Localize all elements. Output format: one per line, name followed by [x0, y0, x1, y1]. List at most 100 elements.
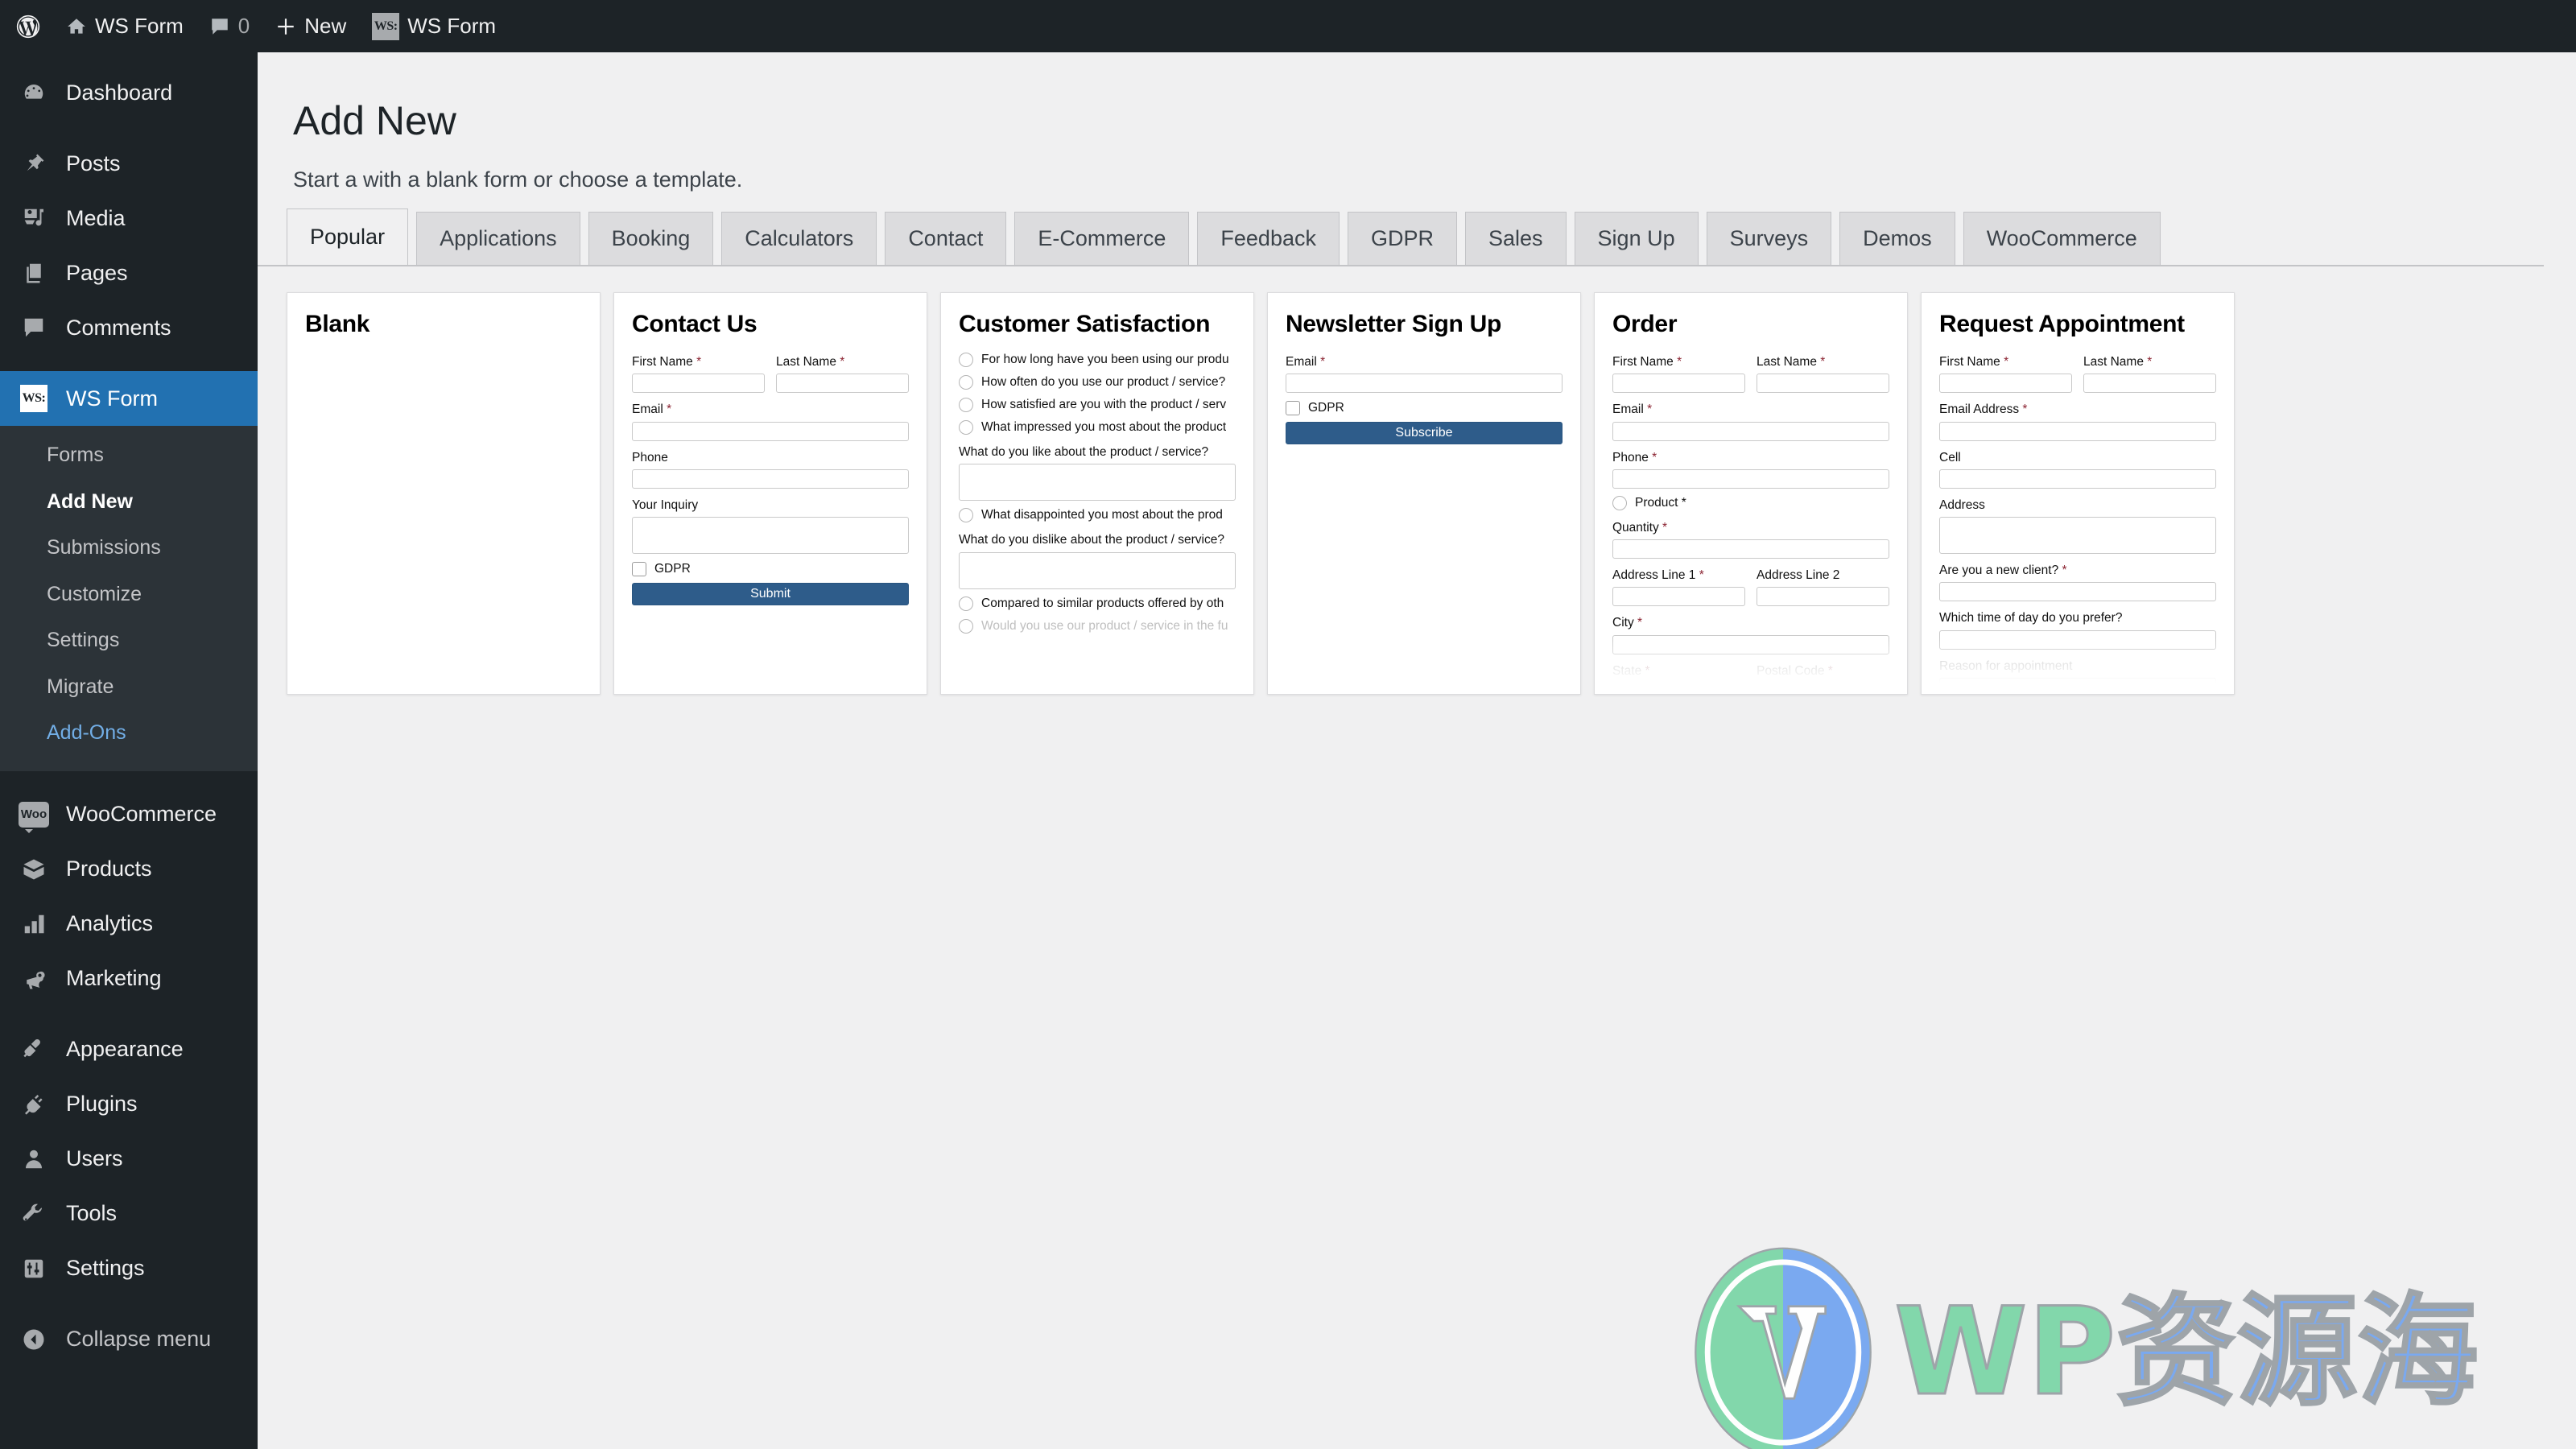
sidebar-item-collapse-menu[interactable]: Collapse menu — [0, 1312, 258, 1367]
textarea-field[interactable] — [959, 464, 1236, 502]
submenu-item-add-ons[interactable]: Add-Ons — [0, 710, 258, 757]
sidebar-item-plugins[interactable]: Plugins — [0, 1077, 258, 1132]
radio-field[interactable]: Compared to similar products offered by … — [959, 596, 1236, 611]
tab-surveys[interactable]: Surveys — [1706, 212, 1832, 265]
submenu-item-customize[interactable]: Customize — [0, 572, 258, 618]
text-input-field[interactable] — [1612, 587, 1745, 607]
text-input-field[interactable] — [632, 374, 765, 394]
submit-button[interactable]: Submit — [632, 583, 909, 605]
sidebar-item-appearance[interactable]: Appearance — [0, 1022, 258, 1077]
adminbar-ws-form[interactable]: WS: WS Form — [359, 0, 509, 52]
radio-icon[interactable] — [959, 618, 973, 634]
radio-field[interactable]: Product * — [1612, 495, 1889, 510]
text-input-field[interactable] — [776, 374, 909, 394]
template-card[interactable]: Customer Satisfaction For how long have y… — [940, 292, 1254, 695]
adminbar-site-name[interactable]: WS Form — [53, 0, 196, 52]
checkbox-icon[interactable] — [1286, 401, 1300, 416]
adminbar-comments[interactable]: 0 — [196, 0, 262, 52]
text-input-field[interactable] — [632, 421, 909, 441]
checkbox-field[interactable]: GDPR — [1286, 401, 1563, 416]
sidebar-item-comments[interactable]: Comments — [0, 300, 258, 355]
sidebar-item-dashboard[interactable]: Dashboard — [0, 65, 258, 120]
text-input-field[interactable] — [1612, 374, 1745, 394]
tab-woocommerce[interactable]: WooCommerce — [1963, 212, 2161, 265]
field-group: Email * — [632, 400, 909, 441]
radio-field[interactable]: What disappointed you most about the pro… — [959, 508, 1236, 523]
submenu-item-settings[interactable]: Settings — [0, 617, 258, 664]
submenu-item-submissions[interactable]: Submissions — [0, 525, 258, 572]
radio-icon[interactable] — [959, 420, 973, 435]
template-card[interactable]: Contact Us First Name * Last Name * Email *… — [613, 292, 927, 695]
tab-calculators[interactable]: Calculators — [721, 212, 877, 265]
template-card[interactable]: Newsletter Sign Up Email * GDPR Subscribe — [1267, 292, 1581, 695]
tab-demos[interactable]: Demos — [1839, 212, 1955, 265]
sidebar-item-pages[interactable]: Pages — [0, 246, 258, 300]
field-row: First Name * Last Name * — [632, 353, 909, 394]
tab-sign-up[interactable]: Sign Up — [1574, 212, 1699, 265]
sidebar-item-analytics[interactable]: Analytics — [0, 897, 258, 952]
textarea-field[interactable] — [1939, 517, 2216, 554]
submenu-item-forms[interactable]: Forms — [0, 432, 258, 479]
sidebar-item-label: Plugins — [66, 1092, 138, 1116]
radio-field[interactable]: How often do you use our product / servi… — [959, 375, 1236, 390]
text-input-field[interactable] — [1939, 374, 2072, 394]
text-input-field[interactable] — [1939, 469, 2216, 489]
radio-icon[interactable] — [959, 508, 973, 523]
sidebar-item-tools[interactable]: Tools — [0, 1187, 258, 1241]
submenu-item-migrate[interactable]: Migrate — [0, 664, 258, 711]
text-input-field[interactable] — [632, 469, 909, 489]
sidebar-item-woocommerce[interactable]: Woo WooCommerce — [0, 787, 258, 842]
checkbox-icon[interactable] — [632, 562, 646, 576]
text-input-field[interactable] — [1757, 587, 1889, 607]
sidebar-item-settings[interactable]: Settings — [0, 1241, 258, 1296]
adminbar-new-content[interactable]: New — [262, 0, 359, 52]
text-input-field[interactable] — [1612, 469, 1889, 489]
text-input-field[interactable] — [1939, 421, 2216, 441]
sidebar-item-ws-form[interactable]: WS: WS Form — [0, 371, 270, 426]
tab-contact[interactable]: Contact — [885, 212, 1007, 265]
tab-sales[interactable]: Sales — [1465, 212, 1567, 265]
paintbrush-icon — [16, 1032, 52, 1067]
text-input-field[interactable] — [1939, 582, 2216, 602]
tab-e-commerce[interactable]: E-Commerce — [1014, 212, 1190, 265]
sidebar-item-marketing[interactable]: Marketing — [0, 952, 258, 1006]
tab-feedback[interactable]: Feedback — [1197, 212, 1340, 265]
adminbar-wordpress-logo[interactable] — [0, 0, 53, 52]
radio-icon[interactable] — [1612, 495, 1627, 510]
radio-icon[interactable] — [959, 353, 973, 367]
template-card[interactable]: Order First Name * Last Name * Email * Phone… — [1594, 292, 1908, 695]
radio-field[interactable]: For how long have you been using our pro… — [959, 353, 1236, 367]
template-card[interactable]: Blank — [287, 292, 601, 695]
radio-field[interactable]: What impressed you most about the produc… — [959, 420, 1236, 435]
text-input-field[interactable] — [1939, 630, 2216, 650]
sidebar-item-users[interactable]: Users — [0, 1132, 258, 1187]
text-input-field[interactable] — [1612, 634, 1889, 654]
radio-icon[interactable] — [959, 375, 973, 390]
textarea-field[interactable] — [632, 517, 909, 554]
template-card[interactable]: Request Appointment First Name * Last Name… — [1921, 292, 2235, 695]
text-input-field[interactable] — [1757, 682, 1889, 694]
text-input-field[interactable] — [1757, 374, 1889, 394]
tab-gdpr[interactable]: GDPR — [1347, 212, 1457, 265]
textarea-field[interactable] — [959, 551, 1236, 589]
submenu-item-add-new[interactable]: Add New — [0, 479, 258, 526]
sidebar-item-media[interactable]: Media — [0, 191, 258, 246]
text-input-field[interactable] — [2083, 374, 2216, 394]
radio-field[interactable]: How satisfied are you with the product /… — [959, 398, 1236, 412]
radio-icon[interactable] — [959, 596, 973, 611]
text-input-field[interactable] — [1612, 682, 1745, 694]
checkbox-field[interactable]: GDPR — [632, 562, 909, 576]
tab-applications[interactable]: Applications — [416, 212, 580, 265]
radio-field[interactable]: Would you use our product / service in t… — [959, 618, 1236, 634]
text-input-field[interactable] — [1612, 539, 1889, 559]
tab-booking[interactable]: Booking — [588, 212, 714, 265]
sidebar-item-posts[interactable]: Posts — [0, 136, 258, 191]
radio-icon[interactable] — [959, 398, 973, 412]
sidebar-item-label: Marketing — [66, 966, 162, 990]
submit-button[interactable]: Subscribe — [1286, 422, 1563, 445]
text-input-field[interactable] — [1612, 421, 1889, 441]
text-input-field[interactable] — [1286, 374, 1563, 394]
sidebar-item-products[interactable]: Products — [0, 842, 258, 897]
tab-popular[interactable]: Popular — [287, 208, 409, 265]
text-input-field[interactable] — [1939, 677, 2216, 694]
